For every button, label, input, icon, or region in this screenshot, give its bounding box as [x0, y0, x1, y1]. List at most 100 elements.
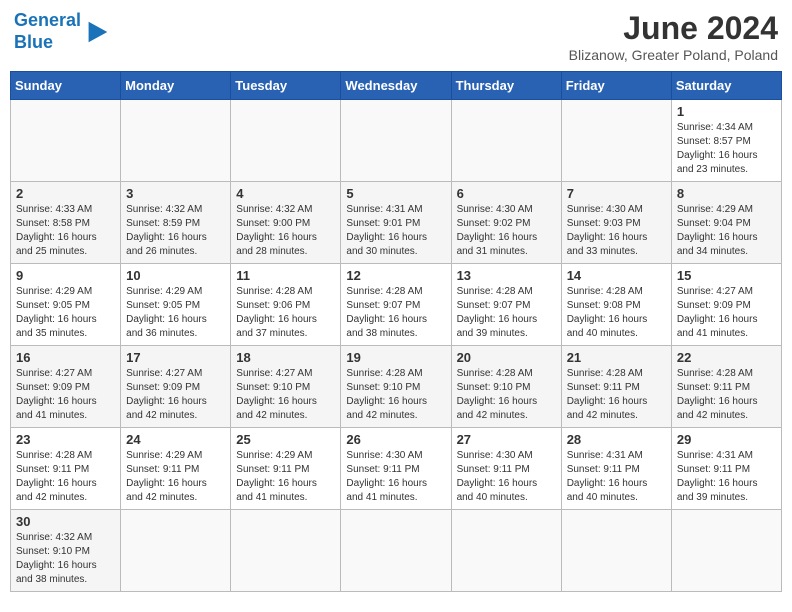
day-info: Sunrise: 4:28 AM Sunset: 9:11 PM Dayligh… — [16, 449, 115, 505]
day-info: Sunrise: 4:33 AM Sunset: 8:58 PM Dayligh… — [16, 203, 115, 259]
day-number: 11 — [236, 268, 335, 283]
day-info: Sunrise: 4:29 AM Sunset: 9:04 PM Dayligh… — [677, 203, 776, 259]
calendar-cell: 20 Sunrise: 4:28 AM Sunset: 9:10 PM Dayli… — [451, 346, 561, 428]
calendar-cell — [231, 100, 341, 182]
calendar-cell: 15 Sunrise: 4:27 AM Sunset: 9:09 PM Dayli… — [671, 264, 781, 346]
day-number: 20 — [457, 350, 556, 365]
weekday-sunday: Sunday — [11, 72, 121, 100]
calendar-cell: 17Sunrise: 4:27 AM Sunset: 9:09 PM Dayli… — [121, 346, 231, 428]
calendar-cell: 1Sunrise: 4:34 AM Sunset: 8:57 PM Daylig… — [671, 100, 781, 182]
logo: GeneralBlue — [14, 10, 111, 53]
day-number: 10 — [126, 268, 225, 283]
calendar-row: 30Sunrise: 4:32 AM Sunset: 9:10 PM Dayli… — [11, 510, 782, 592]
weekday-header-row: SundayMondayTuesdayWednesdayThursdayFrid… — [11, 72, 782, 100]
calendar-cell — [341, 510, 451, 592]
calendar-cell: 9 Sunrise: 4:29 AM Sunset: 9:05 PM Daylig… — [11, 264, 121, 346]
day-info: Sunrise: 4:29 AM Sunset: 9:11 PM Dayligh… — [126, 449, 225, 505]
day-info: Sunrise: 4:28 AM Sunset: 9:10 PM Dayligh… — [457, 367, 556, 423]
calendar-row: 16Sunrise: 4:27 AM Sunset: 9:09 PM Dayli… — [11, 346, 782, 428]
calendar-cell: 22 Sunrise: 4:28 AM Sunset: 9:11 PM Dayli… — [671, 346, 781, 428]
day-info: Sunrise: 4:30 AM Sunset: 9:11 PM Dayligh… — [457, 449, 556, 505]
calendar-cell: 29 Sunrise: 4:31 AM Sunset: 9:11 PM Dayli… — [671, 428, 781, 510]
day-info: Sunrise: 4:28 AM Sunset: 9:08 PM Dayligh… — [567, 285, 666, 341]
calendar-row: 2 Sunrise: 4:33 AM Sunset: 8:58 PM Daylig… — [11, 182, 782, 264]
day-number: 24 — [126, 432, 225, 447]
calendar-cell — [561, 100, 671, 182]
day-info: Sunrise: 4:31 AM Sunset: 9:11 PM Dayligh… — [677, 449, 776, 505]
calendar-cell — [121, 100, 231, 182]
calendar-cell: 10Sunrise: 4:29 AM Sunset: 9:05 PM Dayli… — [121, 264, 231, 346]
calendar-cell: 23 Sunrise: 4:28 AM Sunset: 9:11 PM Dayli… — [11, 428, 121, 510]
calendar-cell: 25 Sunrise: 4:29 AM Sunset: 9:11 PM Dayli… — [231, 428, 341, 510]
day-number: 15 — [677, 268, 776, 283]
calendar-cell: 27 Sunrise: 4:30 AM Sunset: 9:11 PM Dayli… — [451, 428, 561, 510]
day-number: 8 — [677, 186, 776, 201]
weekday-monday: Monday — [121, 72, 231, 100]
page-header: GeneralBlue June 2024 Blizanow, Greater … — [10, 10, 782, 63]
calendar-cell: 6Sunrise: 4:30 AM Sunset: 9:02 PM Daylig… — [451, 182, 561, 264]
day-number: 17 — [126, 350, 225, 365]
day-info: Sunrise: 4:27 AM Sunset: 9:10 PM Dayligh… — [236, 367, 335, 423]
day-number: 18 — [236, 350, 335, 365]
day-number: 25 — [236, 432, 335, 447]
day-info: Sunrise: 4:28 AM Sunset: 9:11 PM Dayligh… — [677, 367, 776, 423]
day-info: Sunrise: 4:28 AM Sunset: 9:07 PM Dayligh… — [346, 285, 445, 341]
calendar-cell: 7Sunrise: 4:30 AM Sunset: 9:03 PM Daylig… — [561, 182, 671, 264]
day-number: 22 — [677, 350, 776, 365]
weekday-thursday: Thursday — [451, 72, 561, 100]
day-number: 26 — [346, 432, 445, 447]
calendar-cell: 30Sunrise: 4:32 AM Sunset: 9:10 PM Dayli… — [11, 510, 121, 592]
calendar-cell: 26 Sunrise: 4:30 AM Sunset: 9:11 PM Dayli… — [341, 428, 451, 510]
day-info: Sunrise: 4:32 AM Sunset: 9:10 PM Dayligh… — [16, 531, 115, 587]
calendar-row: 9 Sunrise: 4:29 AM Sunset: 9:05 PM Daylig… — [11, 264, 782, 346]
day-info: Sunrise: 4:27 AM Sunset: 9:09 PM Dayligh… — [677, 285, 776, 341]
calendar-cell: 8 Sunrise: 4:29 AM Sunset: 9:04 PM Daylig… — [671, 182, 781, 264]
logo-icon — [83, 18, 111, 46]
weekday-tuesday: Tuesday — [231, 72, 341, 100]
day-info: Sunrise: 4:29 AM Sunset: 9:05 PM Dayligh… — [16, 285, 115, 341]
calendar-cell — [671, 510, 781, 592]
day-info: Sunrise: 4:29 AM Sunset: 9:11 PM Dayligh… — [236, 449, 335, 505]
day-info: Sunrise: 4:28 AM Sunset: 9:10 PM Dayligh… — [346, 367, 445, 423]
day-number: 3 — [126, 186, 225, 201]
calendar-cell: 2 Sunrise: 4:33 AM Sunset: 8:58 PM Daylig… — [11, 182, 121, 264]
weekday-saturday: Saturday — [671, 72, 781, 100]
calendar-cell: 3 Sunrise: 4:32 AM Sunset: 8:59 PM Daylig… — [121, 182, 231, 264]
day-number: 21 — [567, 350, 666, 365]
calendar-cell — [231, 510, 341, 592]
day-number: 16 — [16, 350, 115, 365]
day-number: 28 — [567, 432, 666, 447]
day-number: 14 — [567, 268, 666, 283]
calendar-cell: 19 Sunrise: 4:28 AM Sunset: 9:10 PM Dayli… — [341, 346, 451, 428]
calendar-cell — [451, 100, 561, 182]
weekday-friday: Friday — [561, 72, 671, 100]
month-title: June 2024 — [569, 10, 778, 47]
day-number: 19 — [346, 350, 445, 365]
calendar-cell: 13Sunrise: 4:28 AM Sunset: 9:07 PM Dayli… — [451, 264, 561, 346]
day-info: Sunrise: 4:32 AM Sunset: 9:00 PM Dayligh… — [236, 203, 335, 259]
calendar-cell — [561, 510, 671, 592]
calendar-table: SundayMondayTuesdayWednesdayThursdayFrid… — [10, 71, 782, 592]
day-number: 2 — [16, 186, 115, 201]
day-number: 4 — [236, 186, 335, 201]
calendar-row: 23 Sunrise: 4:28 AM Sunset: 9:11 PM Dayli… — [11, 428, 782, 510]
day-number: 9 — [16, 268, 115, 283]
calendar-cell: 21Sunrise: 4:28 AM Sunset: 9:11 PM Dayli… — [561, 346, 671, 428]
calendar-cell: 14 Sunrise: 4:28 AM Sunset: 9:08 PM Dayli… — [561, 264, 671, 346]
day-number: 5 — [346, 186, 445, 201]
day-number: 7 — [567, 186, 666, 201]
day-number: 23 — [16, 432, 115, 447]
calendar-cell — [451, 510, 561, 592]
title-block: June 2024 Blizanow, Greater Poland, Pola… — [569, 10, 778, 63]
day-number: 13 — [457, 268, 556, 283]
day-info: Sunrise: 4:32 AM Sunset: 8:59 PM Dayligh… — [126, 203, 225, 259]
day-info: Sunrise: 4:30 AM Sunset: 9:11 PM Dayligh… — [346, 449, 445, 505]
calendar-cell — [121, 510, 231, 592]
calendar-cell: 5Sunrise: 4:31 AM Sunset: 9:01 PM Daylig… — [341, 182, 451, 264]
day-number: 27 — [457, 432, 556, 447]
calendar-cell: 28Sunrise: 4:31 AM Sunset: 9:11 PM Dayli… — [561, 428, 671, 510]
calendar-cell — [341, 100, 451, 182]
day-number: 29 — [677, 432, 776, 447]
day-number: 6 — [457, 186, 556, 201]
calendar-cell: 12Sunrise: 4:28 AM Sunset: 9:07 PM Dayli… — [341, 264, 451, 346]
